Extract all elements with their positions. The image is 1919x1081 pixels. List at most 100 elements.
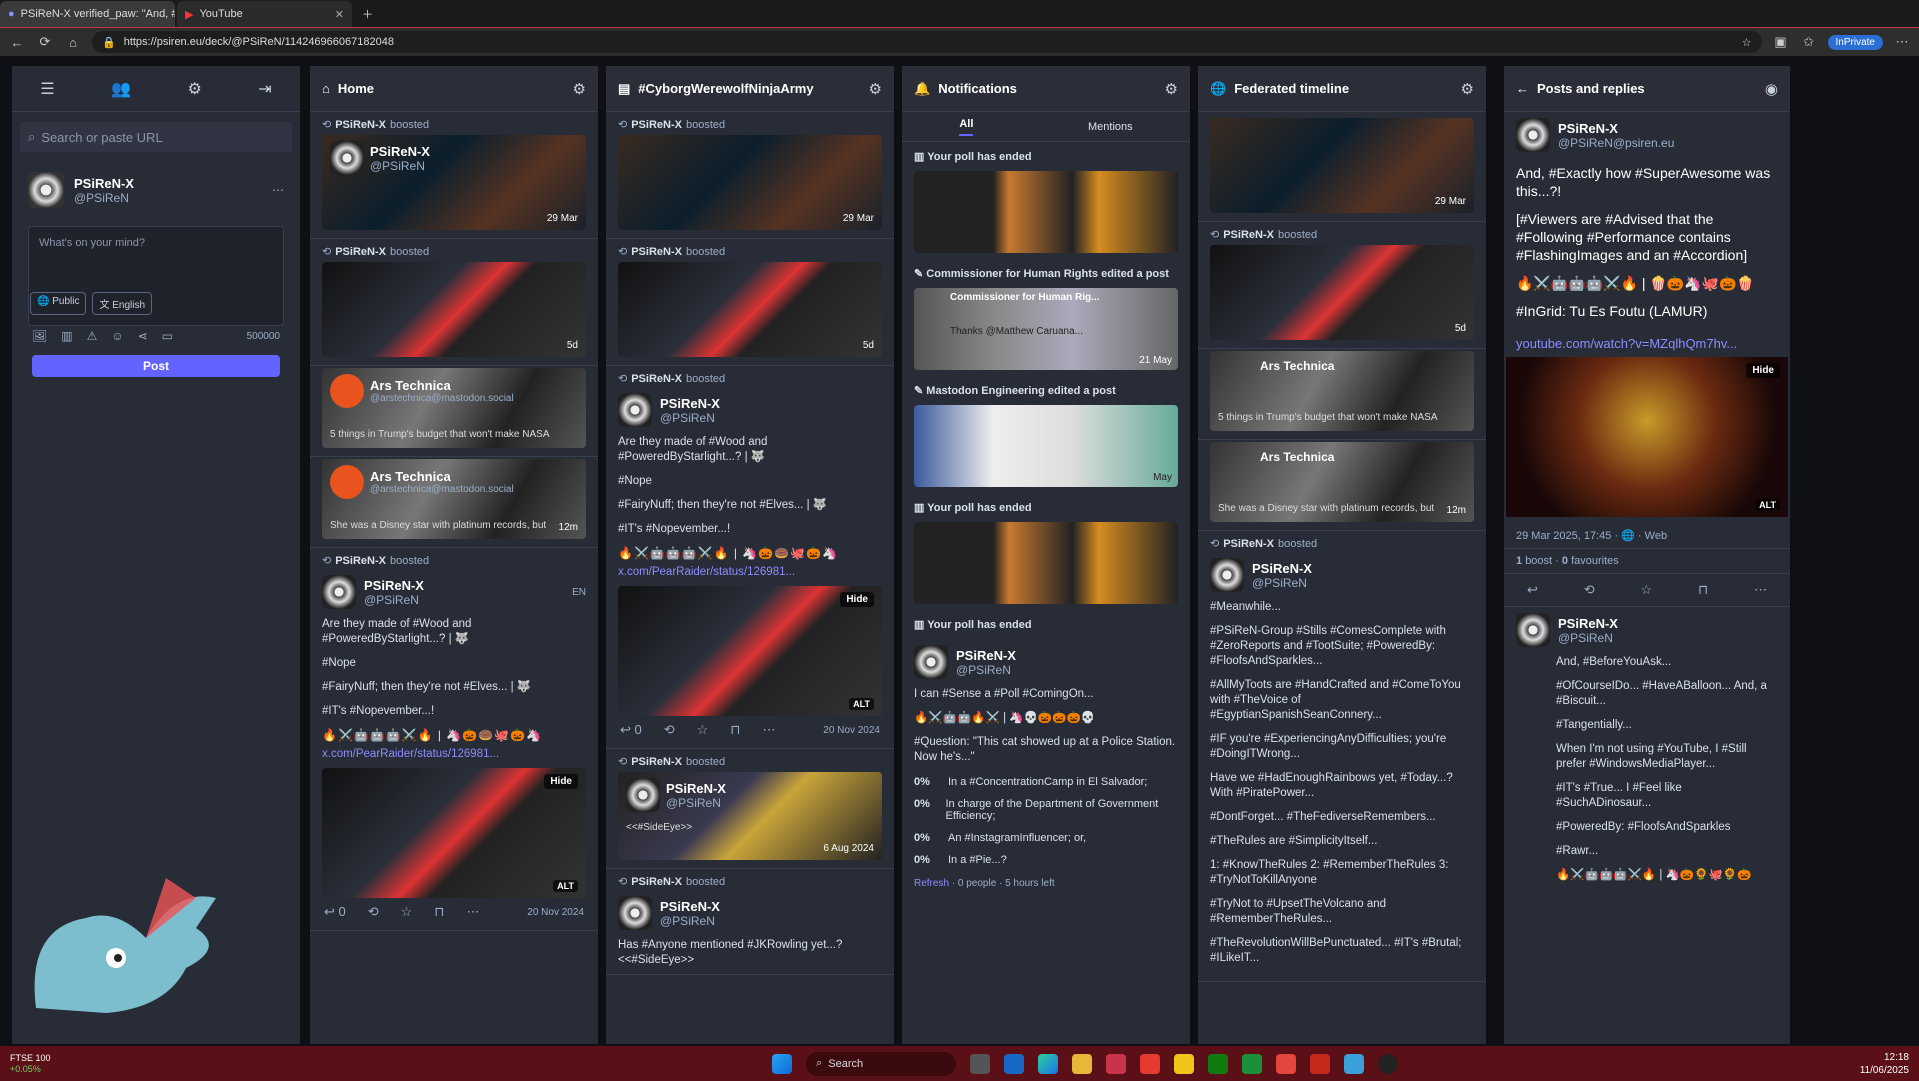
share-icon[interactable]: ⋖	[138, 329, 148, 343]
reload-icon[interactable]: ⟳	[36, 34, 54, 50]
status-card[interactable]: ⟲ PSiReN-X boosted PSiReN-X @PSiReN Has #…	[606, 869, 894, 975]
media-icon[interactable]	[1378, 1053, 1399, 1074]
edge-icon[interactable]	[1038, 1053, 1059, 1074]
more-icon[interactable]: ⋯	[1754, 582, 1767, 598]
task-view-icon[interactable]	[970, 1053, 991, 1074]
reply-icon[interactable]: ↩	[1527, 582, 1538, 598]
favorites-icon[interactable]: ✩	[1800, 34, 1818, 50]
notification-media[interactable]	[914, 171, 1178, 253]
status-media[interactable]: Ars Technica She was a Disney star with …	[1210, 442, 1474, 522]
alt-badge[interactable]: ALT	[849, 698, 874, 710]
status-media[interactable]: PSiReN-X @PSiReN 29 Mar	[322, 135, 586, 230]
start-icon[interactable]	[772, 1053, 793, 1074]
favourite-icon[interactable]: ☆	[401, 904, 413, 920]
bookmark-icon[interactable]: ⊓	[434, 904, 444, 920]
column-settings-icon[interactable]: ⚙	[1461, 80, 1474, 98]
more-icon[interactable]: ⋯	[762, 722, 775, 738]
avatar[interactable]	[1210, 558, 1244, 592]
hide-media-button[interactable]: Hide	[840, 592, 874, 607]
hide-media-button[interactable]: Hide	[1746, 363, 1780, 378]
avatar[interactable]	[330, 141, 364, 175]
notification-edit[interactable]: ✎ Commissioner for Human Rights edited a…	[902, 259, 1190, 288]
alt-badge[interactable]: ALT	[1755, 499, 1780, 511]
boost-icon[interactable]: ⟲	[1584, 582, 1595, 598]
search-input[interactable]: ⌕ Search or paste URL	[20, 122, 292, 152]
avatar[interactable]	[322, 575, 356, 609]
taskbar-search[interactable]: ⌕ Search	[806, 1051, 957, 1076]
avatar[interactable]	[1516, 118, 1550, 152]
status-card[interactable]: 29 Mar	[1198, 118, 1486, 222]
avatar[interactable]	[1516, 613, 1550, 647]
more-menu-icon[interactable]: ⋯	[1893, 34, 1911, 50]
bookmark-icon[interactable]: ⊓	[730, 722, 740, 738]
boost-icon[interactable]: ⟲	[664, 722, 675, 738]
status-link[interactable]: x.com/PearRaider/status/126981...	[606, 566, 894, 578]
status-media[interactable]: 5d	[618, 262, 882, 357]
chart-app-icon[interactable]	[1242, 1053, 1263, 1074]
tab-all[interactable]: All	[959, 118, 974, 136]
status-date[interactable]: 29 Mar	[1435, 196, 1466, 207]
boost-count[interactable]: 1	[1516, 555, 1522, 567]
video-preview[interactable]: Hide ALT	[1506, 357, 1788, 517]
status-card[interactable]: ⟲ PSiReN-X boosted PSiReN-X @PSiReN <<#Si…	[606, 749, 894, 869]
browser-icon[interactable]	[1344, 1053, 1365, 1074]
poll-option[interactable]: 0% In charge of the Department of Governm…	[902, 796, 1190, 824]
status-card[interactable]: Ars Technica @arstechnica@mastodon.social…	[310, 459, 598, 548]
bookmark-icon[interactable]: ⊓	[1698, 582, 1708, 598]
hide-media-button[interactable]: Hide	[544, 774, 578, 789]
avatar[interactable]	[330, 374, 364, 408]
status-card[interactable]: ⟲ PSiReN-X boosted 5d	[606, 239, 894, 366]
favourite-count[interactable]: 0	[1562, 555, 1568, 567]
status-card[interactable]: ⟲ PSiReN-X boosted 29 Mar	[606, 112, 894, 239]
boost-icon[interactable]: ⟲	[368, 904, 379, 920]
draft-icon[interactable]: ▭	[162, 329, 173, 343]
status-date[interactable]: 5d	[567, 340, 578, 351]
status-date[interactable]: 12m	[559, 522, 578, 533]
status-media[interactable]: 5d	[322, 262, 586, 357]
language-button[interactable]: 文 English	[92, 292, 153, 315]
status-date[interactable]: May	[1153, 472, 1172, 483]
people-icon[interactable]: 👥	[111, 79, 131, 99]
tab-mentions[interactable]: Mentions	[1088, 121, 1133, 133]
extension-icon[interactable]: ▣	[1772, 34, 1790, 50]
notification-media[interactable]: Commissioner for Human Rig... Thanks @Ma…	[914, 288, 1178, 370]
column-settings-icon[interactable]: ⚙	[1165, 80, 1178, 98]
more-icon[interactable]: ⋯	[466, 904, 479, 920]
status-card[interactable]: Ars Technica 5 things in Trump's budget …	[1198, 351, 1486, 440]
status-media[interactable]: 29 Mar	[1210, 118, 1474, 213]
status-date[interactable]: 21 May	[1139, 355, 1172, 366]
browser-tab-psiren[interactable]: ● PSiReN-X verified_paw: "And, #E..." ✕	[0, 1, 175, 27]
status-card[interactable]: ⟲ PSiReN-X boosted PSiReN-X @PSiReN #Mean…	[1198, 531, 1486, 982]
status-media[interactable]: Ars Technica @arstechnica@mastodon.social…	[322, 459, 586, 539]
status-timestamp[interactable]: 29 Mar 2025, 17:45 · 🌐 · Web	[1504, 523, 1790, 548]
reply-icon[interactable]: ↩ 0	[620, 722, 642, 738]
poll-option[interactable]: 0% In a #Pie...?	[902, 852, 1190, 868]
favorite-star-icon[interactable]: ☆	[1742, 36, 1752, 49]
favourite-icon[interactable]: ☆	[1641, 582, 1653, 598]
system-clock[interactable]: 12:18 11/06/2025	[1860, 1051, 1909, 1077]
account-card[interactable]: PSiReN-X @PSiReN ⋯	[12, 162, 300, 218]
notification-media[interactable]: May	[914, 405, 1178, 487]
status-media[interactable]: 5d	[1210, 245, 1474, 340]
close-tab-icon[interactable]: ✕	[335, 8, 344, 21]
status-media[interactable]: Hide ALT	[322, 768, 586, 898]
status-date[interactable]: 6 Aug 2024	[823, 843, 874, 854]
avatar[interactable]	[330, 465, 364, 499]
url-field[interactable]: 🔒 https://psiren.eu/deck/@PSiReN/1142469…	[92, 31, 1762, 53]
emoji-icon[interactable]: ☺	[111, 329, 123, 343]
status-card[interactable]: ⟲ PSiReN-X boosted PSiReN-X @PSiReN 29 Ma…	[310, 112, 598, 239]
status-media[interactable]: Hide ALT	[618, 586, 882, 716]
favourite-icon[interactable]: ☆	[697, 722, 709, 738]
post-button[interactable]: Post	[32, 355, 280, 377]
status-date[interactable]: 20 Nov 2024	[823, 725, 880, 736]
avatar[interactable]	[618, 393, 652, 427]
visibility-button[interactable]: 🌐 Public	[30, 292, 87, 315]
notification-media[interactable]	[914, 522, 1178, 604]
store-icon[interactable]	[1106, 1053, 1127, 1074]
new-tab-button[interactable]: ＋	[354, 1, 382, 27]
status-date[interactable]: 5d	[1455, 323, 1466, 334]
status-card[interactable]: ⟲ PSiReN-X boosted 5d	[310, 239, 598, 366]
status-media[interactable]: PSiReN-X @PSiReN <<#SideEye>> 6 Aug 2024	[618, 772, 882, 860]
eye-icon[interactable]: ◉	[1765, 80, 1778, 98]
stock-widget[interactable]: FTSE 100 +0.05%	[10, 1053, 51, 1075]
